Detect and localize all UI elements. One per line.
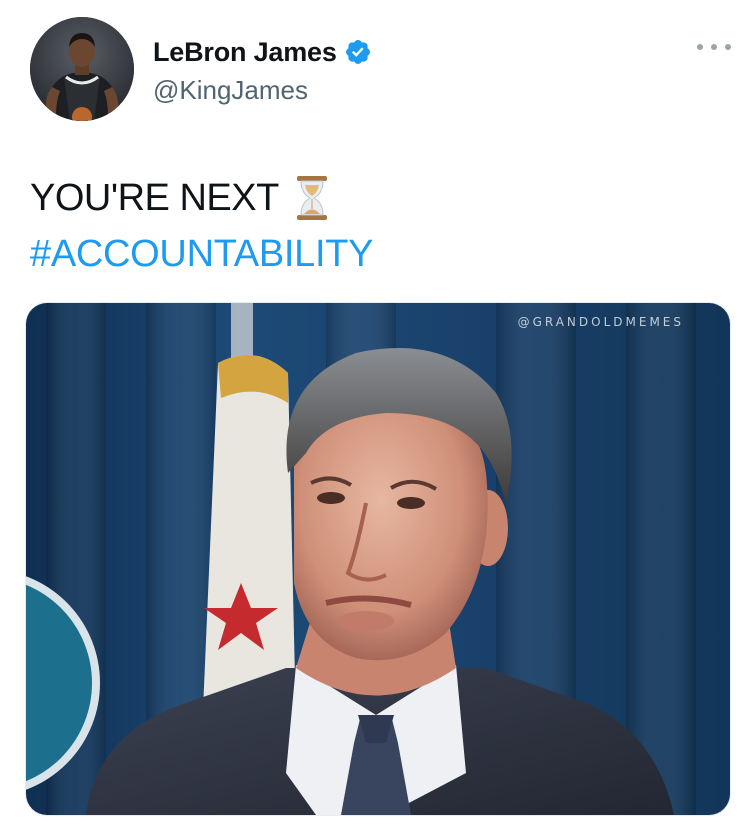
hashtag-link[interactable]: #ACCOUNTABILITY	[30, 226, 374, 282]
verified-badge-icon	[344, 38, 372, 66]
name-row: LeBron James	[153, 35, 372, 69]
tweet-text-main: YOU'RE NEXT	[30, 177, 279, 219]
more-dot	[697, 44, 703, 50]
author-display-name[interactable]: LeBron James	[153, 37, 337, 68]
tweet-text: YOU'RE NEXT #ACCOUNTABILITY	[30, 170, 374, 282]
photo-image	[26, 303, 730, 815]
author-names: LeBron James @KingJames	[153, 35, 372, 106]
author-handle[interactable]: @KingJames	[153, 75, 372, 106]
avatar-image	[30, 17, 134, 121]
more-options-icon[interactable]	[697, 37, 731, 57]
tweet-media-image[interactable]: @GRANDOLDMEMES	[25, 302, 731, 816]
tweet-card: LeBron James @KingJames YOU'RE NEXT #ACC…	[0, 0, 755, 840]
more-dot	[725, 44, 731, 50]
more-dot	[711, 44, 717, 50]
tweet-text-line: YOU'RE NEXT	[30, 170, 373, 226]
tweet-header: LeBron James @KingJames	[30, 17, 731, 121]
hourglass-icon	[295, 175, 329, 221]
avatar[interactable]	[30, 17, 134, 121]
media-watermark: @GRANDOLDMEMES	[517, 315, 684, 329]
